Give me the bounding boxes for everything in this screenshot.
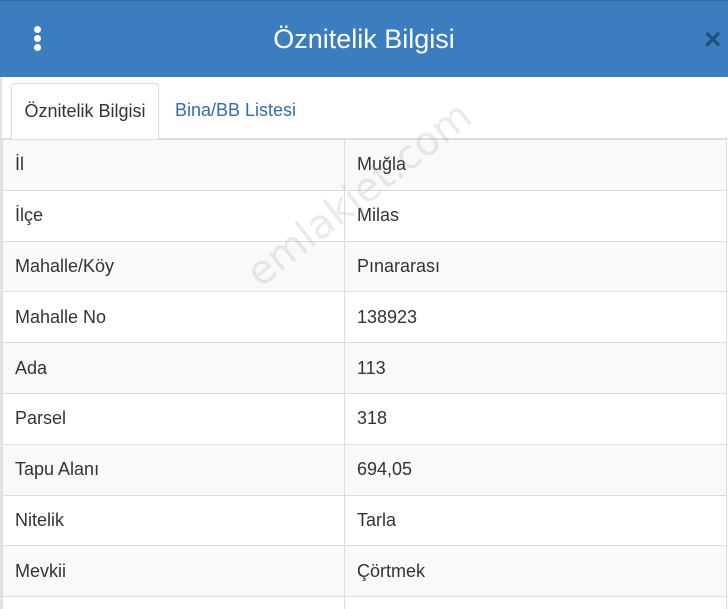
table-row: Nitelik Tarla [2, 494, 727, 547]
close-icon[interactable]: × [704, 25, 728, 55]
attribute-key: Ada [2, 342, 345, 394]
attribute-key: Mahalle No [2, 291, 345, 344]
attribute-key: Parsel [2, 392, 345, 445]
table-row: Parsel 318 [2, 392, 727, 445]
table-row: Mahalle No 138923 [2, 291, 727, 344]
attribute-value: Milas [344, 189, 727, 242]
attribute-info-dialog: Öznitelik Bilgisi × Öznitelik Bilgisi Bi… [0, 0, 728, 609]
table-row: Mevkii Çörtmek [2, 545, 727, 598]
tab-attribute-info[interactable]: Öznitelik Bilgisi [11, 83, 159, 140]
attribute-key: İlçe [2, 189, 345, 242]
attribute-value [344, 596, 727, 609]
table-row: Mahalle/Köy Pınararası [2, 240, 727, 293]
attribute-value: Muğla [344, 139, 727, 191]
table-row: Ada 113 [2, 342, 727, 394]
attribute-value: 113 [344, 342, 727, 394]
attribute-value: 318 [344, 392, 727, 445]
attribute-key [2, 596, 345, 609]
tab-building-list[interactable]: Bina/BB Listesi [161, 83, 310, 140]
attribute-key: Mevkii [2, 545, 345, 598]
dialog-body: Öznitelik Bilgisi Bina/BB Listesi İl Muğ… [0, 77, 728, 609]
table-row: İlçe Milas [2, 189, 727, 242]
table-row [2, 596, 727, 609]
dialog-titlebar: Öznitelik Bilgisi × [0, 0, 728, 77]
tab-bar: Öznitelik Bilgisi Bina/BB Listesi [2, 77, 728, 140]
attribute-table: İl Muğla İlçe Milas Mahalle/Köy Pınarara… [2, 139, 727, 609]
attribute-value: Tarla [344, 494, 727, 547]
attribute-key: Nitelik [2, 494, 345, 547]
attribute-key: Mahalle/Köy [2, 240, 345, 293]
attribute-key: İl [2, 139, 345, 191]
table-row: İl Muğla [2, 139, 727, 191]
attribute-value: Pınararası [344, 240, 727, 293]
attribute-value: 138923 [344, 291, 727, 344]
attribute-key: Tapu Alanı [2, 443, 345, 496]
attribute-table-container: İl Muğla İlçe Milas Mahalle/Köy Pınarara… [2, 139, 728, 609]
attribute-value: 694,05 [344, 443, 727, 496]
attribute-value: Çörtmek [344, 545, 727, 598]
table-row: Tapu Alanı 694,05 [2, 443, 727, 496]
dialog-title: Öznitelik Bilgisi [273, 24, 455, 54]
